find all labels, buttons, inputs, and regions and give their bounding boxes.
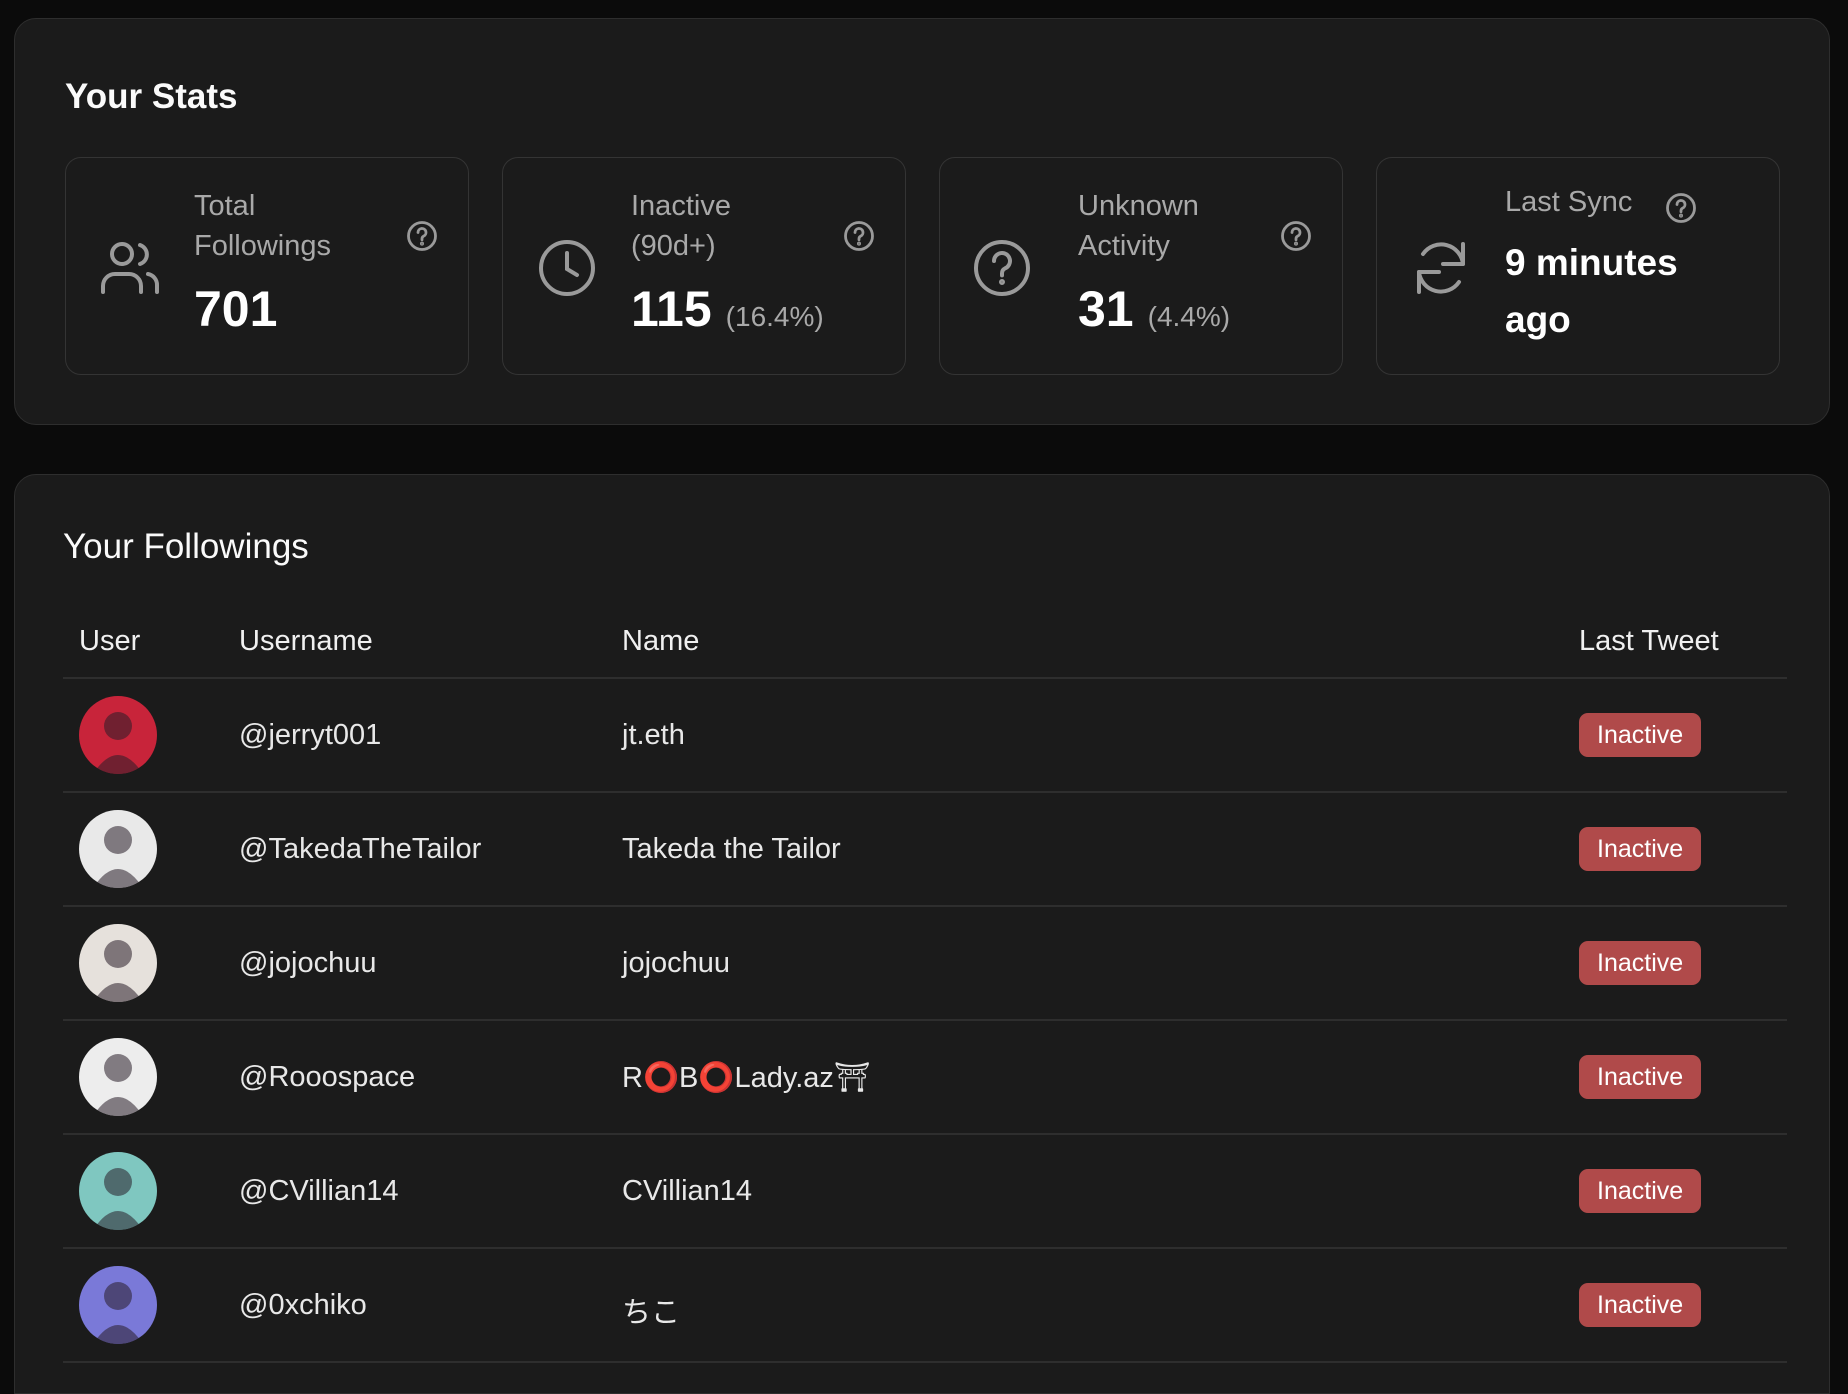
status-badge: Inactive: [1579, 1055, 1702, 1099]
users-icon: [100, 240, 160, 296]
table-row[interactable]: @Rooospace R⭕B⭕Lady.az⛩ Inactive: [63, 1021, 1787, 1135]
stat-value-unknown: 31 (4.4%): [1078, 281, 1231, 337]
help-icon[interactable]: [1665, 192, 1697, 224]
name-cell: R⭕B⭕Lady.az⛩: [622, 1062, 871, 1094]
username-cell[interactable]: @CVillian14: [239, 1175, 399, 1208]
column-header-last-tweet: Last Tweet: [1579, 625, 1719, 657]
status-badge: Inactive: [1579, 941, 1702, 985]
clock-icon: [537, 238, 597, 298]
username-cell[interactable]: @Rooospace: [239, 1061, 415, 1094]
status-badge: Inactive: [1579, 713, 1702, 757]
table-row[interactable]: @jerryt001 jt.eth Inactive: [63, 679, 1787, 793]
refresh-icon: [1411, 238, 1471, 298]
avatar[interactable]: [79, 696, 157, 774]
name-cell: CVillian14: [622, 1175, 753, 1207]
question-circle-icon: [972, 238, 1032, 298]
status-badge: Inactive: [1579, 1283, 1702, 1327]
stat-value-inactive: 115 (16.4%): [631, 281, 824, 337]
stat-card-inactive: Inactive (90d+) 115 (16.4%): [502, 157, 906, 375]
followings-title: Your Followings: [63, 527, 309, 566]
stat-card-last-sync: Last Sync 9 minutes ago: [1376, 157, 1780, 375]
stats-title: Your Stats: [65, 77, 238, 116]
status-badge: Inactive: [1579, 827, 1702, 871]
name-cell: Takeda the Tailor: [622, 833, 841, 865]
stat-value-sync: 9 minutes ago: [1505, 242, 1678, 340]
avatar[interactable]: [79, 1266, 157, 1344]
name-cell: jojochuu: [622, 947, 731, 979]
stat-card-unknown-activity: Unknown Activity 31 (4.4%): [939, 157, 1343, 375]
stats-panel: Your Stats Total Followings 701 Inactive…: [14, 18, 1830, 425]
name-cell: jt.eth: [622, 719, 685, 751]
followings-panel: Your Followings User Username Name Last …: [14, 474, 1830, 1394]
column-header-user: User: [79, 625, 141, 657]
stat-label-total: Total Followings: [194, 190, 331, 262]
followings-table: User Username Name Last Tweet @jerryt001…: [63, 585, 1787, 1363]
table-row[interactable]: @TakedaTheTailor Takeda the Tailor Inactiv…: [63, 793, 1787, 907]
stat-label-sync: Last Sync: [1505, 186, 1633, 218]
avatar[interactable]: [79, 924, 157, 1002]
table-row[interactable]: @0xchiko ちこ Inactive: [63, 1249, 1787, 1363]
stat-label-unknown: Unknown Activity: [1078, 190, 1199, 262]
status-badge: Inactive: [1579, 1169, 1702, 1213]
avatar[interactable]: [79, 1038, 157, 1116]
table-header: User Username Name Last Tweet: [63, 585, 1787, 679]
stat-percent-inactive: (16.4%): [725, 301, 824, 332]
stat-label-inactive: Inactive (90d+): [631, 190, 731, 262]
stat-percent-unknown: (4.4%): [1147, 301, 1231, 332]
table-row[interactable]: @jojochuu jojochuu Inactive: [63, 907, 1787, 1021]
help-icon[interactable]: [1280, 220, 1312, 252]
username-cell[interactable]: @jerryt001: [239, 719, 381, 752]
column-header-name: Name: [622, 625, 700, 657]
help-icon[interactable]: [843, 220, 875, 252]
table-row[interactable]: @CVillian14 CVillian14 Inactive: [63, 1135, 1787, 1249]
avatar[interactable]: [79, 1152, 157, 1230]
username-cell[interactable]: @jojochuu: [239, 947, 376, 980]
avatar[interactable]: [79, 810, 157, 888]
stat-value-total: 701: [194, 281, 278, 337]
help-icon[interactable]: [406, 220, 438, 252]
username-cell[interactable]: @0xchiko: [239, 1289, 367, 1322]
column-header-username: Username: [239, 625, 373, 657]
name-cell: ちこ: [622, 1297, 681, 1329]
stat-card-total-followings: Total Followings 701: [65, 157, 469, 375]
username-cell[interactable]: @TakedaTheTailor: [239, 833, 481, 866]
